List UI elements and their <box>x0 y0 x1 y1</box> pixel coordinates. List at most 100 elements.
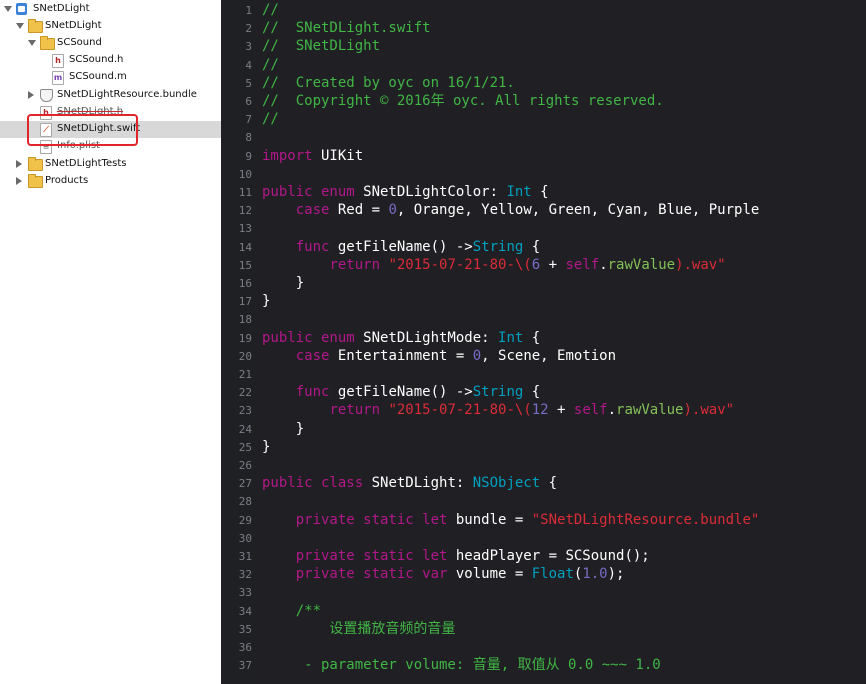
code-line[interactable]: public class SNetDLight: NSObject { <box>262 474 557 492</box>
code-editor[interactable]: //// SNetDLight.swift// SNetDLight//// C… <box>256 0 866 684</box>
objc-file-icon: m <box>52 71 64 85</box>
disclosure-closed-icon[interactable] <box>16 177 22 185</box>
code-token: SNetDLight: <box>363 475 473 492</box>
code-line[interactable]: // <box>262 110 279 128</box>
code-line[interactable]: 设置播放音频的音量 <box>262 620 455 638</box>
code-line[interactable]: - parameter volume: 音量, 取值从 0.0 ~~~ 1.0 <box>262 656 661 674</box>
code-line[interactable]: return "2015-07-21-80-\(6 + self.rawValu… <box>262 256 725 274</box>
code-line[interactable]: private static var volume = Float(1.0); <box>262 565 625 583</box>
navigator-item[interactable]: SNetDLight <box>0 1 221 18</box>
code-token: private static let <box>295 511 448 528</box>
code-token: 0 <box>472 347 482 364</box>
line-number: 16 <box>238 277 252 290</box>
code-line[interactable]: } <box>262 420 304 438</box>
navigator-item[interactable]: h SCSound.h <box>0 52 221 69</box>
code-token: + <box>548 402 574 419</box>
disclosure-open-icon[interactable] <box>4 6 12 12</box>
code-token: Float <box>531 566 574 583</box>
navigator-item[interactable]: SNetDLightResource.bundle <box>0 87 221 104</box>
code-token: bundle = <box>447 511 532 528</box>
navigator-item[interactable]: SNetDLight <box>0 18 221 35</box>
code-token: { <box>523 329 541 346</box>
code-token: , Orange, Yellow, Green, Cyan, Blue, Pur… <box>396 202 760 219</box>
navigator-item[interactable]: m SCSound.m <box>0 69 221 86</box>
navigator-item[interactable]: SCSound <box>0 35 221 52</box>
folder-icon <box>40 36 55 50</box>
code-line[interactable]: } <box>262 274 304 292</box>
code-token: 1.0 <box>582 566 608 583</box>
code-line[interactable]: // <box>262 1 279 19</box>
code-token: return <box>329 402 381 419</box>
code-token: String <box>472 238 524 255</box>
folder-icon <box>28 174 43 188</box>
navigator-item-label: SCSound <box>57 37 102 48</box>
disclosure-open-icon[interactable] <box>16 23 24 29</box>
code-line[interactable]: private static let bundle = "SNetDLightR… <box>262 511 760 529</box>
code-token: { <box>540 475 558 492</box>
code-line[interactable]: } <box>262 292 270 310</box>
code-line[interactable]: // <box>262 56 279 74</box>
code-token: func <box>295 238 330 255</box>
line-number: 18 <box>238 313 252 327</box>
code-line[interactable]: private static let headPlayer = SCSound(… <box>262 547 650 565</box>
project-icon <box>16 3 27 15</box>
line-number: 28 <box>238 495 252 509</box>
code-token: String <box>472 384 524 401</box>
code-line[interactable]: } <box>262 438 270 456</box>
selection-highlight-annotation <box>27 114 138 146</box>
folder-icon <box>28 157 43 171</box>
code-token: } <box>262 420 305 437</box>
code-line[interactable]: // Created by oyc on 16/1/21. <box>262 74 515 92</box>
code-line[interactable]: // SNetDLight.swift <box>262 19 431 37</box>
code-token: public enum <box>262 184 355 200</box>
line-number: 2 <box>245 22 252 36</box>
folder-icon <box>28 19 43 33</box>
code-line[interactable]: case Red = 0, Orange, Yellow, Green, Cya… <box>262 201 760 219</box>
code-line[interactable]: public enum SNetDLightColor: Int { <box>262 183 549 201</box>
disclosure-open-icon[interactable] <box>28 40 36 46</box>
disclosure-closed-icon[interactable] <box>16 160 22 168</box>
line-number: 23 <box>238 404 252 418</box>
code-token: 设置播放音频的音量 <box>262 620 456 637</box>
line-number: 3 <box>245 40 252 54</box>
disclosure-closed-icon[interactable] <box>28 91 34 99</box>
code-line[interactable]: return "2015-07-21-80-\(12 + self.rawVal… <box>262 401 734 419</box>
code-token: case <box>295 347 330 364</box>
code-line[interactable]: case Entertainment = 0, Scene, Emotion <box>262 347 616 365</box>
code-line[interactable]: // Copyright © 2016年 oyc. All rights res… <box>262 92 664 110</box>
line-number: 34 <box>238 604 252 618</box>
navigator-item[interactable]: SNetDLightTests <box>0 156 221 173</box>
code-line[interactable]: func getFileName() ->String { <box>262 238 540 256</box>
line-number: 8 <box>245 131 252 145</box>
code-line[interactable]: /** <box>262 602 321 620</box>
code-token: public enum <box>262 329 355 346</box>
code-token: "SNetDLightResource.bundle" <box>531 511 760 528</box>
navigator-item[interactable]: Products <box>0 173 221 190</box>
code-token: "2015-07-21-80-\( <box>380 402 532 419</box>
code-line[interactable]: // SNetDLight <box>262 37 380 55</box>
code-token: { <box>531 184 549 200</box>
project-navigator: SNetDLight SNetDLight SCSound h SCSound.h m SC… <box>0 0 222 684</box>
code-line[interactable]: func getFileName() ->String { <box>262 383 540 401</box>
code-line[interactable]: public enum SNetDLightMode: Int { <box>262 329 540 347</box>
line-number: 33 <box>238 586 252 600</box>
navigator-item-label: SNetDLightResource.bundle <box>57 89 197 100</box>
navigator-item-label: Products <box>45 175 89 186</box>
line-number: 14 <box>238 240 252 254</box>
code-token: // SNetDLight <box>262 38 381 55</box>
code-token: case <box>295 202 330 219</box>
line-number: 15 <box>238 258 252 272</box>
code-token: headPlayer = SCSound(); <box>447 548 650 564</box>
line-number: 29 <box>238 513 252 527</box>
code-line[interactable]: import UIKit <box>262 147 363 165</box>
line-number: 27 <box>238 477 252 491</box>
navigator-item-label: SCSound.m <box>69 71 127 82</box>
code-token: 12 <box>531 402 549 419</box>
